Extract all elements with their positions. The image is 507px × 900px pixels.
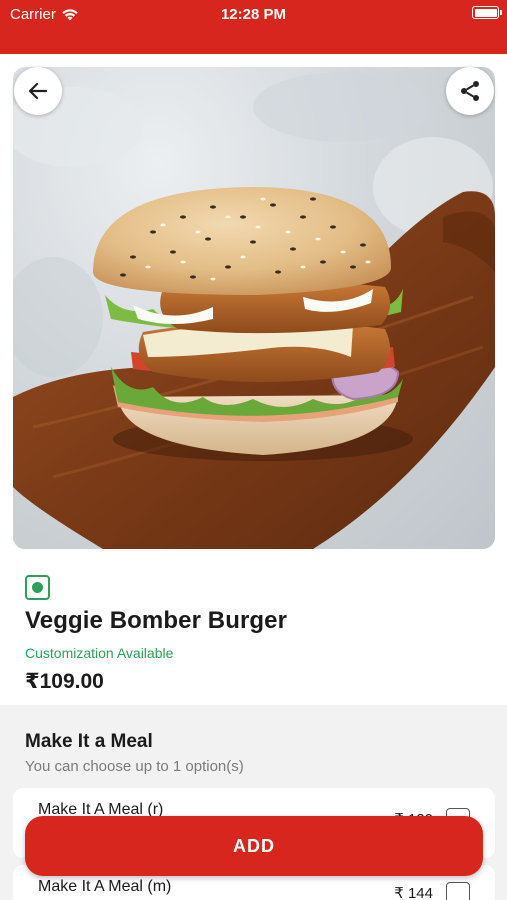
option-price: ₹ 144 bbox=[394, 885, 433, 900]
back-button[interactable] bbox=[14, 67, 62, 115]
veg-indicator-icon bbox=[25, 575, 50, 600]
product-info: Veggie Bomber Burger Customization Avail… bbox=[25, 575, 495, 694]
section-subtitle: You can choose up to 1 option(s) bbox=[25, 758, 244, 775]
clock: 12:28 PM bbox=[220, 6, 287, 23]
share-icon bbox=[461, 81, 479, 101]
battery-icon bbox=[472, 6, 502, 19]
add-button[interactable]: ADD bbox=[25, 816, 483, 876]
product-image bbox=[13, 67, 495, 549]
customization-note: Customization Available bbox=[25, 645, 174, 661]
section-title: Make It a Meal bbox=[25, 731, 153, 752]
product-price: ₹109.00 bbox=[25, 670, 104, 693]
arrow-left-icon bbox=[28, 82, 48, 100]
status-bar: Carrier 12:28 PM bbox=[0, 0, 507, 54]
option-name: Make It A Meal (m) bbox=[38, 878, 172, 895]
share-button[interactable] bbox=[446, 67, 494, 115]
burger-illustration bbox=[13, 72, 495, 549]
product-title: Veggie Bomber Burger bbox=[25, 607, 288, 634]
option-checkbox[interactable] bbox=[446, 882, 470, 900]
